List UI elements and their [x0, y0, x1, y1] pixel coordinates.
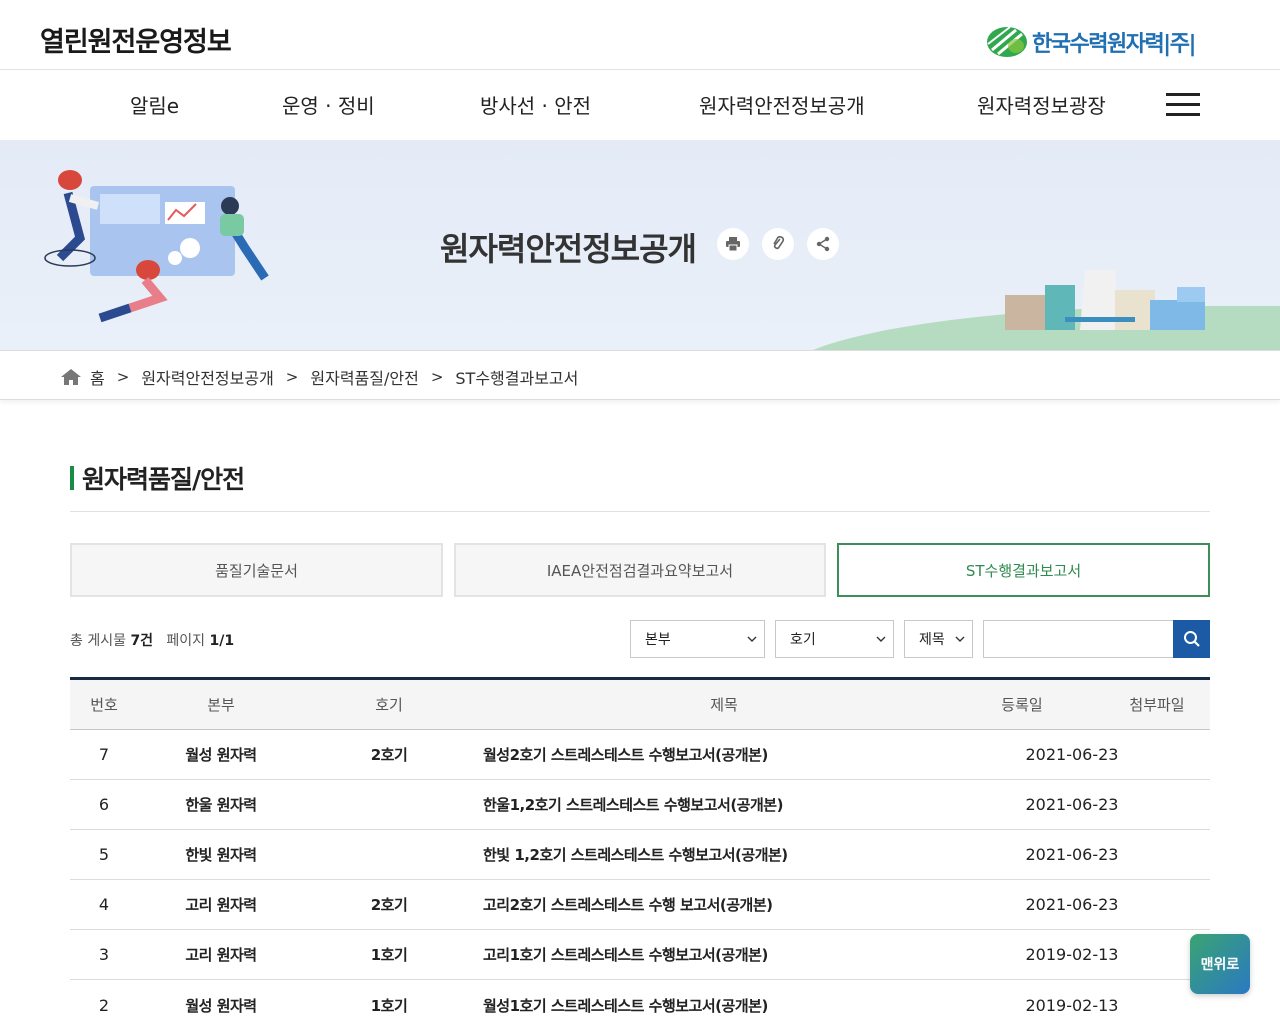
row-date: 2019-02-13 [1025, 995, 1119, 1015]
nav-item-radiation[interactable]: 방사선 · 안전 [480, 90, 591, 119]
breadcrumb-separator: > [430, 368, 444, 386]
breadcrumb-home[interactable]: 홈 [90, 365, 105, 389]
unit-select-value: 호기 [790, 632, 816, 648]
power-plant-icon [1005, 270, 1205, 330]
print-icon[interactable] [717, 228, 749, 260]
banner-title: 원자력안전정보공개 [440, 230, 697, 268]
col-header-no: 번호 [90, 696, 118, 714]
row-title-link[interactable]: 월성2호기 스트레스테스트 수행보고서(공개본) [474, 730, 974, 779]
row-hq: 고리 원자력 [185, 896, 257, 914]
tab-st-report[interactable]: ST수행결과보고서 [837, 543, 1210, 597]
tab-quality-docs[interactable]: 품질기술문서 [70, 543, 443, 597]
brand-name: 한국수력원자력|주| [1032, 32, 1197, 57]
top-header: 열린원전운영정보 한국수력원자력|주| [0, 0, 1280, 70]
table-row[interactable]: 5 한빛 원자력 한빛 1,2호기 스트레스테스트 수행보고서(공개본) 202… [70, 830, 1210, 880]
home-icon[interactable] [60, 368, 82, 386]
row-title-link[interactable]: 고리1호기 스트레스테스트 수행보고서(공개본) [474, 930, 974, 979]
page-title: 원자력품질/안전 [82, 465, 245, 494]
field-select[interactable]: 제목 [904, 620, 973, 658]
hamburger-icon[interactable] [1166, 93, 1200, 117]
breadcrumb-separator: > [285, 368, 299, 386]
breadcrumb-item-quality-safety[interactable]: 원자력품질/안전 [310, 365, 418, 389]
nav-item-info-plaza[interactable]: 원자력정보광장 [977, 90, 1106, 119]
row-hq: 고리 원자력 [185, 946, 257, 964]
tab-iaea-report[interactable]: IAEA안전점검결과요약보고서 [454, 543, 826, 597]
page-banner: 원자력안전정보공개 [0, 140, 1280, 350]
hq-select[interactable]: 본부 [630, 620, 765, 658]
row-no: 5 [98, 845, 110, 864]
list-summary: 총 게시물 7건 페이지 1/1 [70, 630, 234, 650]
illustration-people-icon [44, 170, 269, 323]
col-header-unit: 호기 [375, 696, 403, 714]
breadcrumb-item-st-report[interactable]: ST수행결과보고서 [455, 365, 578, 389]
back-to-top-button[interactable]: 맨위로 [1190, 934, 1250, 994]
chevron-down-icon [876, 636, 886, 642]
nav-item-notice[interactable]: 알림e [130, 90, 179, 119]
row-date: 2021-06-23 [1025, 745, 1119, 764]
row-title-link[interactable]: 월성1호기 스트레스테스트 수행보고서(공개본) [474, 980, 974, 1024]
row-unit [304, 830, 474, 879]
row-no: 6 [98, 795, 110, 814]
row-no: 3 [98, 945, 110, 964]
nav-item-safety-info[interactable]: 원자력안전정보공개 [699, 90, 865, 119]
table-row[interactable]: 7 월성 원자력 2호기 월성2호기 스트레스테스트 수행보고서(공개본) 20… [70, 730, 1210, 780]
row-hq: 월성 원자력 [185, 746, 257, 764]
khnp-logo-icon [987, 26, 1027, 57]
nav-item-operation[interactable]: 운영 · 정비 [282, 90, 375, 119]
search-input[interactable] [983, 620, 1174, 658]
search-button[interactable] [1173, 620, 1210, 658]
report-table: 번호 본부 호기 제목 등록일 첨부파일 7 월성 원자력 2호기 월성2호기 … [70, 677, 1210, 1024]
search-icon [1183, 631, 1200, 647]
table-header-row: 번호 본부 호기 제목 등록일 첨부파일 [70, 680, 1210, 730]
breadcrumb-separator: > [116, 368, 130, 386]
total-count: 7건 [130, 633, 154, 649]
row-title-link[interactable]: 한울1,2호기 스트레스테스트 수행보고서(공개본) [474, 780, 974, 829]
divider [70, 511, 1210, 512]
row-hq: 한울 원자력 [185, 796, 257, 814]
field-select-value: 제목 [919, 632, 945, 648]
breadcrumb: 홈 > 원자력안전정보공개 > 원자력품질/안전 > ST수행결과보고서 [0, 350, 1280, 400]
col-header-date: 등록일 [1001, 696, 1043, 714]
row-unit: 2호기 [370, 896, 408, 914]
row-no: 2 [98, 995, 110, 1015]
total-label: 총 게시물 [70, 633, 126, 649]
table-row[interactable]: 3 고리 원자력 1호기 고리1호기 스트레스테스트 수행보고서(공개본) 20… [70, 930, 1210, 980]
hq-select-value: 본부 [645, 632, 671, 648]
row-hq: 월성 원자력 [185, 996, 257, 1015]
row-title-link[interactable]: 고리2호기 스트레스테스트 수행 보고서(공개본) [474, 880, 974, 929]
col-header-hq: 본부 [207, 696, 235, 714]
row-date: 2021-06-23 [1025, 845, 1119, 864]
row-unit [304, 780, 474, 829]
table-row[interactable]: 6 한울 원자력 한울1,2호기 스트레스테스트 수행보고서(공개본) 2021… [70, 780, 1210, 830]
table-row[interactable]: 2 월성 원자력 1호기 월성1호기 스트레스테스트 수행보고서(공개본) 20… [70, 980, 1210, 1024]
col-header-title: 제목 [710, 696, 738, 714]
chevron-down-icon [747, 636, 757, 642]
share-icon[interactable] [807, 228, 839, 260]
row-no: 4 [98, 895, 110, 914]
row-date: 2021-06-23 [1025, 795, 1119, 814]
row-title-link[interactable]: 한빛 1,2호기 스트레스테스트 수행보고서(공개본) [474, 830, 974, 879]
breadcrumb-item-safety-info[interactable]: 원자력안전정보공개 [141, 365, 273, 389]
row-hq: 한빛 원자력 [185, 846, 257, 864]
row-date: 2019-02-13 [1025, 945, 1119, 964]
unit-select[interactable]: 호기 [775, 620, 894, 658]
row-no: 7 [98, 745, 110, 764]
page-label: 페이지 [166, 633, 206, 649]
main-nav: 알림e 운영 · 정비 방사선 · 안전 원자력안전정보공개 원자력정보광장 [0, 70, 1280, 140]
site-title[interactable]: 열린원전운영정보 [40, 20, 232, 59]
link-icon[interactable] [762, 228, 794, 260]
col-header-file: 첨부파일 [1129, 696, 1185, 714]
section-accent-bar [70, 466, 74, 490]
chevron-down-icon [955, 636, 965, 642]
table-row[interactable]: 4 고리 원자력 2호기 고리2호기 스트레스테스트 수행 보고서(공개본) 2… [70, 880, 1210, 930]
section-heading: 원자력품질/안전 [70, 460, 245, 496]
row-date: 2021-06-23 [1025, 895, 1119, 914]
page-value: 1/1 [209, 633, 235, 649]
row-unit: 1호기 [370, 946, 408, 964]
row-unit: 2호기 [370, 746, 408, 764]
brand-logo[interactable]: 한국수력원자력|주| [986, 24, 1197, 60]
row-unit: 1호기 [370, 996, 408, 1015]
